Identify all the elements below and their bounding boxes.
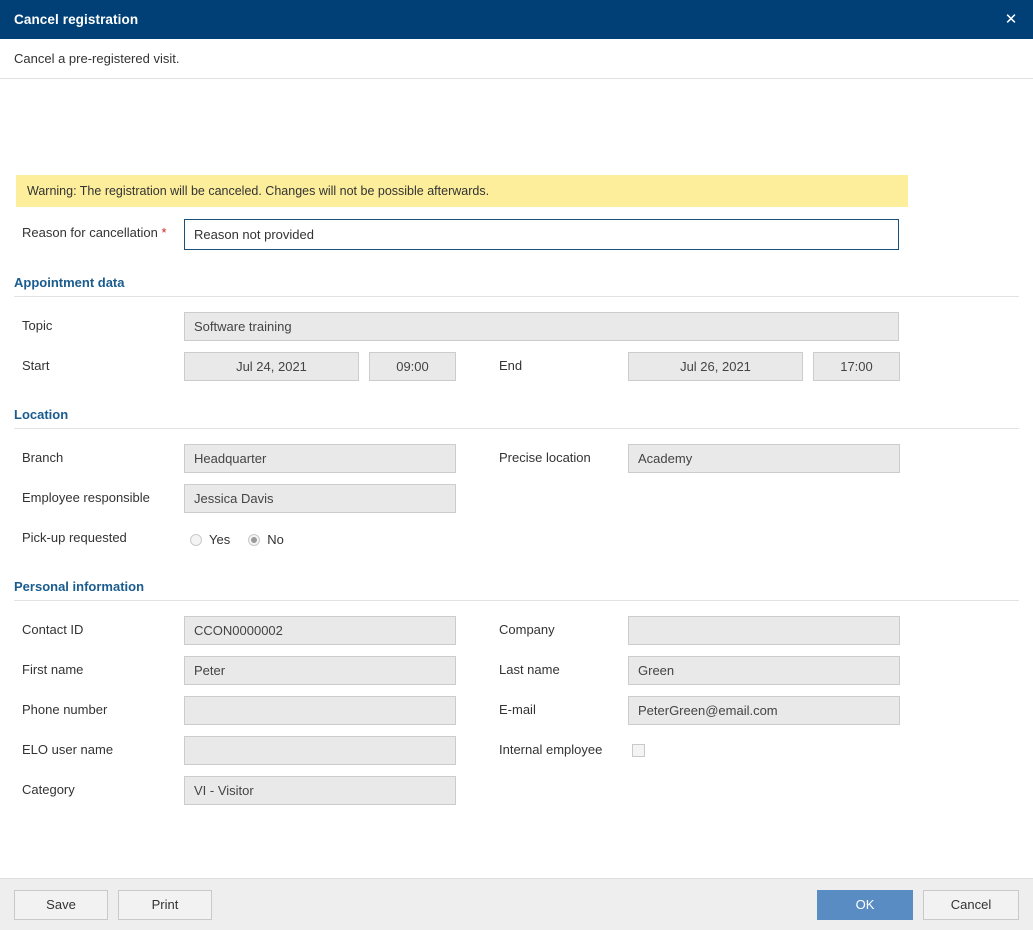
elo-user-name-field [184, 736, 456, 765]
dialog-footer: Save Print OK Cancel [0, 878, 1033, 930]
start-label: Start [22, 358, 50, 373]
section-divider [14, 296, 1019, 297]
company-label: Company [499, 622, 555, 637]
first-name-label: First name [22, 662, 84, 677]
cancel-registration-dialog: Cancel registration ✕ Cancel a pre-regis… [0, 0, 1033, 930]
warning-banner: Warning: The registration will be cancel… [16, 175, 908, 207]
dialog-title: Cancel registration [14, 12, 139, 27]
end-date-field: Jul 26, 2021 [628, 352, 803, 381]
reason-row: Reason for cancellation * Reason not pro… [0, 219, 1033, 250]
topic-row: Topic Software training [0, 312, 1033, 341]
name-row: First name Peter Last name Green [0, 656, 1033, 685]
email-field: PeterGreen@email.com [628, 696, 900, 725]
footer-right-actions: OK Cancel [817, 889, 1019, 920]
branch-row: Branch Headquarter Precise location Acad… [0, 444, 1033, 473]
warning-text: Warning: The registration will be cancel… [27, 184, 490, 198]
footer-left-actions: Save Print [14, 889, 212, 920]
elo-user-name-label: ELO user name [22, 742, 114, 757]
reason-input[interactable]: Reason not provided [184, 219, 899, 250]
branch-label: Branch [22, 450, 64, 465]
dialog-subtitle: Cancel a pre-registered visit. [14, 51, 180, 66]
pickup-requested-label: Pick-up requested [22, 530, 127, 545]
phone-number-label: Phone number [22, 702, 108, 717]
pickup-requested-row: Pick-up requested Yes No [0, 524, 1033, 552]
save-button[interactable]: Save [14, 889, 108, 920]
pickup-radio-yes[interactable]: Yes [190, 532, 230, 547]
pickup-radio-group: Yes No [190, 532, 302, 547]
branch-field: Headquarter [184, 444, 456, 473]
precise-location-field: Academy [628, 444, 900, 473]
pickup-radio-no[interactable]: No [248, 532, 284, 547]
start-time-field: 09:00 [369, 352, 456, 381]
pickup-radio-yes-label: Yes [209, 532, 231, 547]
ok-button[interactable]: OK [817, 889, 913, 920]
reason-label: Reason for cancellation * [22, 225, 167, 240]
topic-label: Topic [22, 318, 53, 333]
start-date-field: Jul 24, 2021 [184, 352, 359, 381]
last-name-label: Last name [499, 662, 560, 677]
employee-responsible-field: Jessica Davis [184, 484, 456, 513]
contact-id-row: Contact ID CCON0000002 Company [0, 616, 1033, 645]
employee-responsible-row: Employee responsible Jessica Davis [0, 484, 1033, 513]
dialog-body: Warning: The registration will be cancel… [0, 79, 1033, 878]
required-marker: * [161, 225, 167, 240]
end-label: End [499, 358, 523, 373]
email-label: E-mail [499, 702, 536, 717]
elo-user-row: ELO user name Internal employee [0, 736, 1033, 765]
cancel-button[interactable]: Cancel [923, 889, 1019, 920]
section-personal-information: Personal information [14, 579, 1019, 601]
print-button[interactable]: Print [118, 889, 212, 920]
close-icon[interactable]: ✕ [997, 6, 1025, 34]
employee-responsible-label: Employee responsible [22, 490, 150, 505]
radio-unchecked-icon [190, 533, 202, 546]
section-title-location: Location [14, 407, 69, 422]
radio-checked-icon [248, 533, 261, 546]
section-title-appointment: Appointment data [14, 275, 125, 290]
category-label: Category [22, 782, 75, 797]
section-location: Location [14, 407, 1019, 429]
section-divider [14, 600, 1019, 601]
pickup-radio-no-label: No [267, 532, 284, 547]
precise-location-label: Precise location [499, 450, 591, 465]
section-appointment-data: Appointment data [14, 275, 1019, 297]
section-title-personal: Personal information [14, 579, 145, 594]
internal-employee-label: Internal employee [499, 742, 603, 757]
category-field: VI - Visitor [184, 776, 456, 805]
start-end-row: Start Jul 24, 2021 09:00 End Jul 26, 202… [0, 352, 1033, 381]
contact-id-label: Contact ID [22, 622, 84, 637]
contact-id-field: CCON0000002 [184, 616, 456, 645]
dialog-subtitle-bar: Cancel a pre-registered visit. [0, 39, 1033, 79]
internal-employee-checkbox[interactable] [632, 744, 645, 757]
category-row: Category VI - Visitor [0, 776, 1033, 805]
company-field [628, 616, 900, 645]
first-name-field: Peter [184, 656, 456, 685]
dialog-titlebar: Cancel registration ✕ [0, 0, 1033, 39]
topic-field: Software training [184, 312, 899, 341]
last-name-field: Green [628, 656, 900, 685]
section-divider [14, 428, 1019, 429]
contact-row: Phone number E-mail PeterGreen@email.com [0, 696, 1033, 725]
end-time-field: 17:00 [813, 352, 900, 381]
phone-number-field [184, 696, 456, 725]
